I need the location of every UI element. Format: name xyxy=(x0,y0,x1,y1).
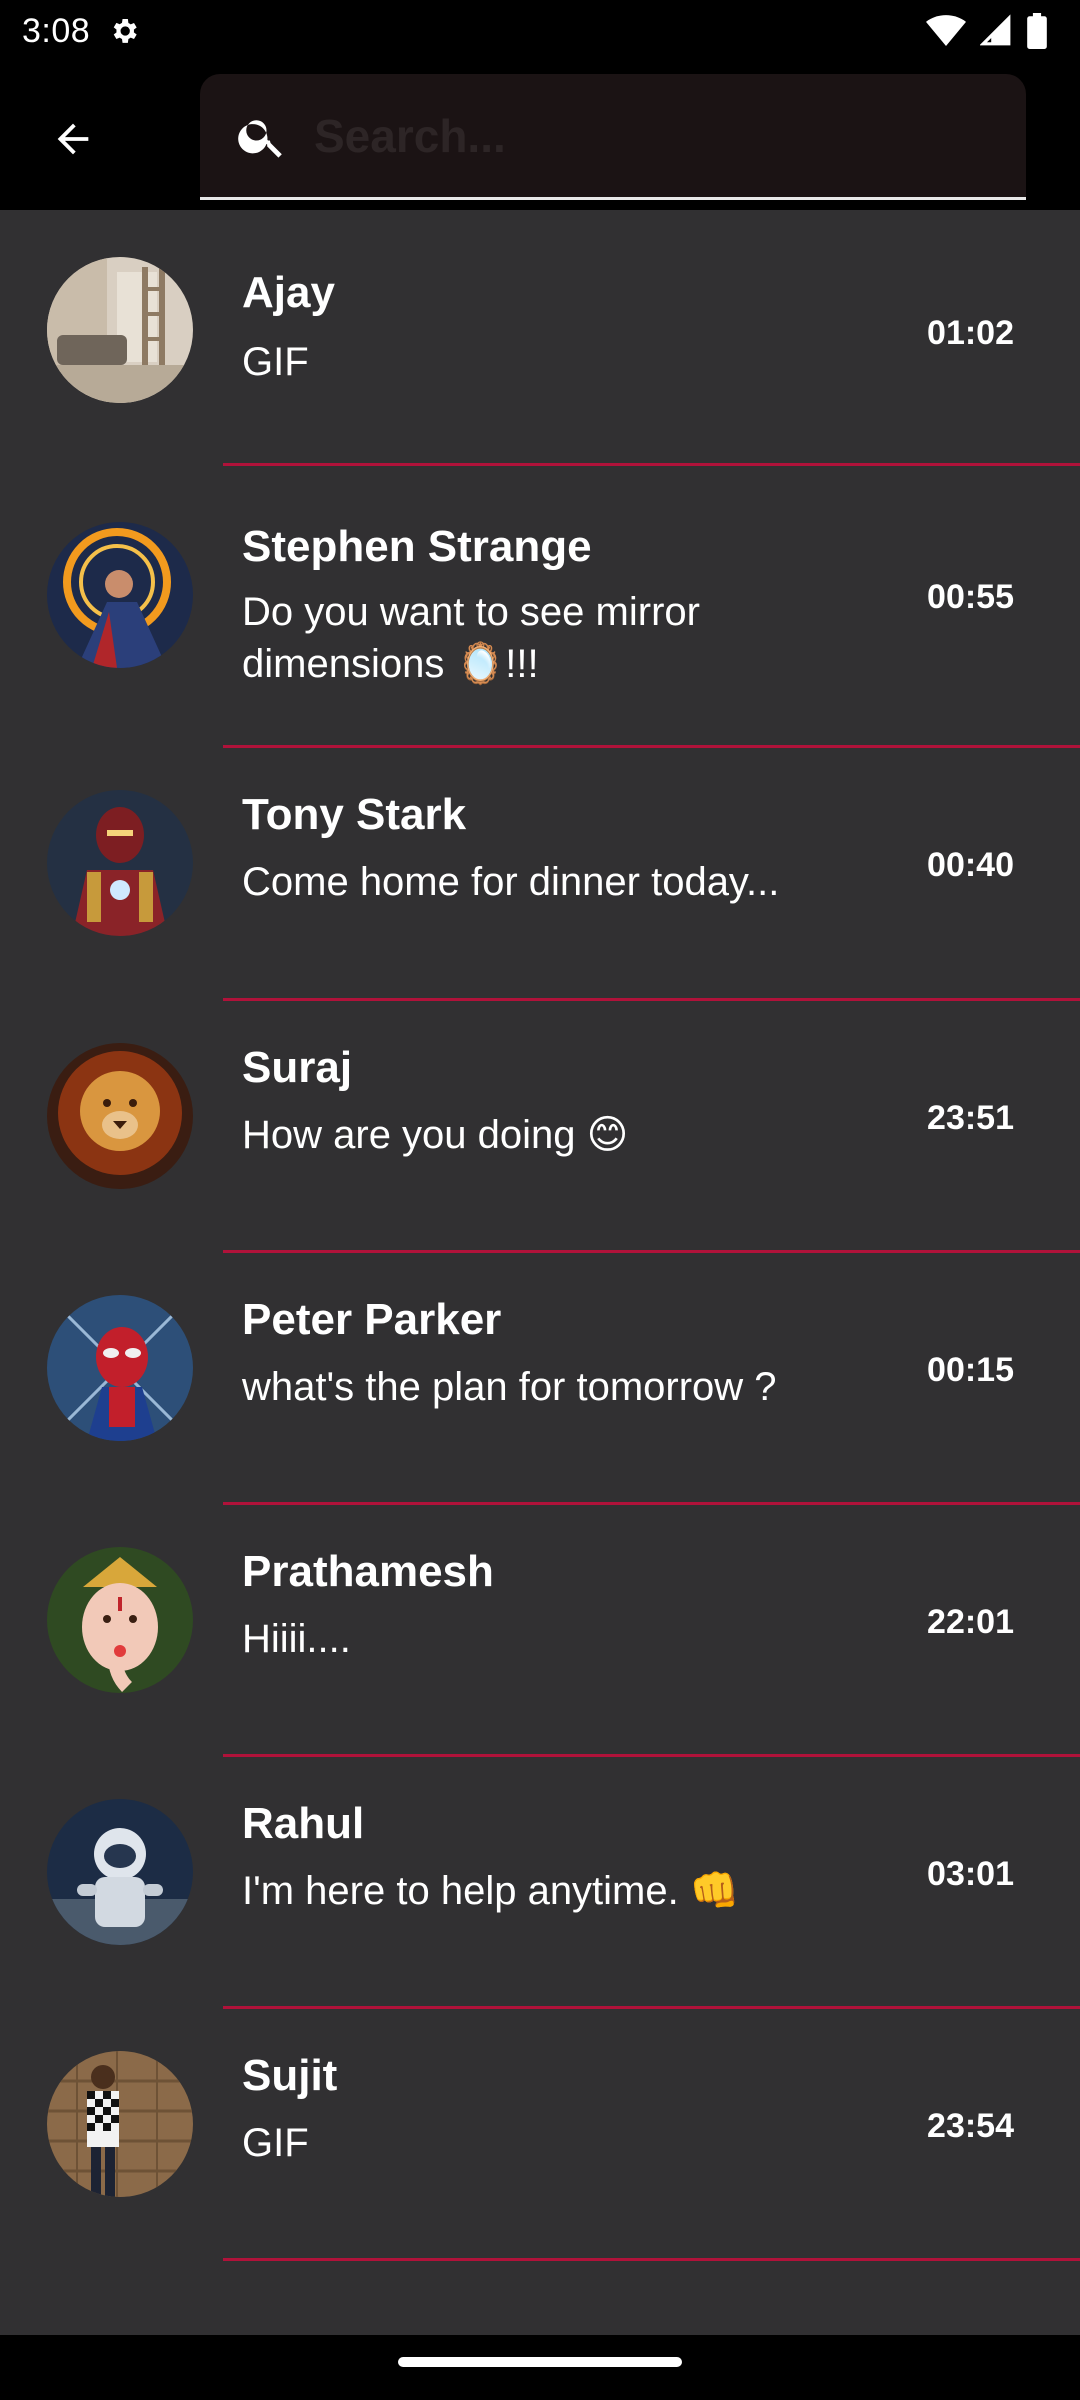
settings-gear-icon xyxy=(108,14,142,48)
chat-item[interactable]: Rahul I'm here to help anytime. 👊 03:01 xyxy=(0,1757,1080,2007)
chat-name: Stephen Strange xyxy=(242,522,592,571)
chat-time: 00:40 xyxy=(927,846,1014,884)
chat-name: Ajay xyxy=(242,268,335,317)
wifi-icon xyxy=(926,14,966,48)
chat-message: what's the plan for tomorrow ? xyxy=(242,1365,777,1409)
status-time: 3:08 xyxy=(22,11,91,50)
navigation-bar xyxy=(0,2335,1080,2400)
status-bar: 3:08 xyxy=(0,0,1080,62)
chat-time: 23:54 xyxy=(927,2107,1014,2145)
chat-time: 00:15 xyxy=(927,1351,1014,1389)
app-bar xyxy=(0,62,1080,210)
person-avatar xyxy=(47,2051,193,2197)
chat-list: Ajay GIF 01:02 Stephen Strange Do you wa… xyxy=(0,210,1080,2335)
battery-icon xyxy=(1026,13,1048,49)
chat-message: Do you want to see mirror dimensions 🪞!!… xyxy=(242,590,700,686)
spider-man-avatar xyxy=(47,1295,193,1441)
back-arrow-icon xyxy=(57,123,89,155)
doctor-strange-avatar xyxy=(47,522,193,668)
chat-item[interactable]: Peter Parker what's the plan for tomorro… xyxy=(0,1253,1080,1503)
status-icons xyxy=(926,13,1058,49)
chat-screen: 3:08 Search... Ajay GIF 01:02 Stephen St… xyxy=(0,0,1080,2400)
chat-name: Prathamesh xyxy=(242,1547,494,1596)
back-button[interactable] xyxy=(38,104,108,174)
chat-item[interactable]: Sujit GIF 23:54 xyxy=(0,2009,1080,2259)
search-input[interactable] xyxy=(314,74,1026,197)
search-bar[interactable] xyxy=(200,74,1026,200)
chat-time: 22:01 xyxy=(927,1603,1014,1641)
chat-name: Peter Parker xyxy=(242,1295,502,1344)
chat-message: How are you doing 😊 xyxy=(242,1113,629,1157)
home-gesture-handle[interactable] xyxy=(398,2357,682,2367)
lion-avatar xyxy=(47,1043,193,1189)
chat-message: I'm here to help anytime. 👊 xyxy=(242,1869,740,1913)
chat-item[interactable]: Tony Stark Come home for dinner today...… xyxy=(0,748,1080,998)
chat-time: 03:01 xyxy=(927,1855,1014,1893)
ganesha-avatar xyxy=(47,1547,193,1693)
chat-message: GIF xyxy=(242,340,309,384)
chat-time: 01:02 xyxy=(927,314,1014,352)
chat-item[interactable]: Ajay GIF 01:02 xyxy=(0,210,1080,464)
chat-message: Come home for dinner today... xyxy=(242,860,780,904)
iron-man-avatar xyxy=(47,790,193,936)
chat-name: Tony Stark xyxy=(242,790,467,839)
chat-item[interactable]: Suraj How are you doing 😊 23:51 xyxy=(0,1001,1080,1251)
search-icon xyxy=(232,106,292,166)
chat-item[interactable]: Stephen Strange Do you want to see mirro… xyxy=(0,466,1080,746)
chat-name: Sujit xyxy=(242,2051,338,2100)
chat-name: Rahul xyxy=(242,1799,365,1848)
chat-message: GIF xyxy=(242,2121,309,2165)
chat-message: Hiiii.... xyxy=(242,1617,351,1661)
chat-item[interactable]: Prathamesh Hiiii.... 22:01 xyxy=(0,1505,1080,1755)
chat-time: 23:51 xyxy=(927,1099,1014,1137)
chat-time: 00:55 xyxy=(927,578,1014,616)
cellular-signal-icon xyxy=(980,14,1012,48)
room-interior-avatar xyxy=(47,257,193,403)
astronaut-avatar xyxy=(47,1799,193,1945)
chat-name: Suraj xyxy=(242,1043,353,1092)
divider xyxy=(223,2258,1080,2261)
